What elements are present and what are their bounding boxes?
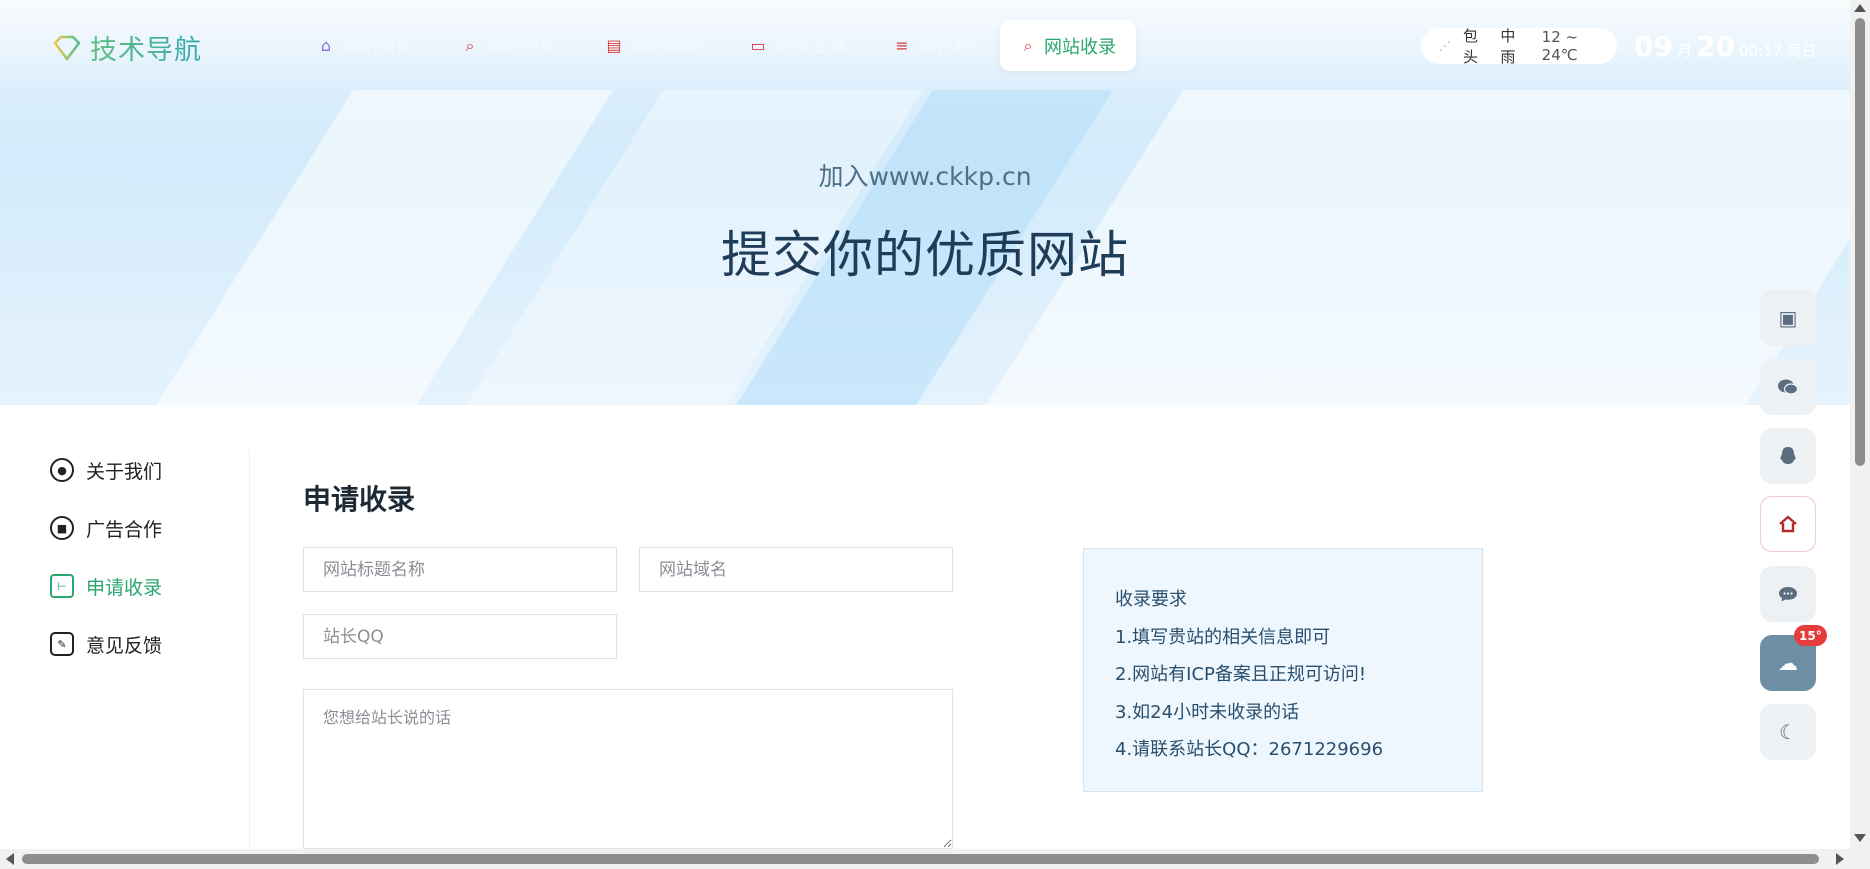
nav-label: 网站首页 [342,36,414,58]
sidebar-item-apply[interactable]: ⊢ 申请收录 [50,572,162,600]
date-day: 20 [1695,30,1735,63]
weather-widget[interactable]: ⋰ 包头 中雨 12 ~ 24℃ [1421,27,1617,66]
nav-label: 排行榜 [918,36,972,58]
main-nav: ⌂ 网站首页 ⌕ 最近更新 ▤ 导航网址 ▭ 站长工具 ≡ 排行榜 ⌕ 网站收录 [298,20,1136,71]
time-text: 00:17 [1738,42,1783,60]
date-time: 09 月 20 00:17 周日 [1634,30,1816,63]
home-icon [1779,515,1797,533]
chat-bubble-icon [1779,587,1797,602]
home-icon: ⌂ [320,36,332,55]
cloud-rain-icon: ☁ [1778,651,1798,675]
hero-title: 提交你的优质网站 [721,226,1129,284]
nav-label: 导航网址 [630,36,702,58]
scroll-left-arrow-icon[interactable] [6,853,14,865]
site-logo[interactable]: 技术导航 [52,28,202,67]
nav-item-ranking[interactable]: ≡ 排行榜 [874,20,992,71]
dark-mode-button[interactable]: ☾ [1760,704,1816,760]
scroll-down-arrow-icon[interactable] [1854,834,1866,842]
edit-icon: ✎ [50,632,74,656]
search-icon: ⌕ [465,35,475,55]
sidebar-item-label: 意见反馈 [86,634,163,657]
month-unit: 月 [1676,42,1692,60]
home-button[interactable] [1760,496,1816,552]
nav-item-tools[interactable]: ▭ 站长工具 [730,20,866,71]
requirement-item: 1.填写贵站的相关信息即可 [1115,626,1331,648]
weather-condition: 中雨 [1500,27,1516,66]
scrollbar-thumb[interactable] [1855,18,1865,466]
scrollbar-thumb[interactable] [22,854,1819,864]
sidebar-item-ads[interactable]: ■ 广告合作 [50,514,162,542]
sidebar-item-label: 申请收录 [86,576,163,599]
diamond-logo-icon [53,35,81,60]
wechat-button[interactable] [1760,359,1816,415]
nav-label: 站长工具 [774,36,846,58]
date-month: 09 [1634,30,1673,63]
sidebar-item-feedback[interactable]: ✎ 意见反馈 [50,630,162,658]
qq-penguin-icon [1780,447,1796,464]
requirement-item: 4.请联系站长QQ：2671229696 [1115,739,1384,760]
search-icon: ⌕ [1023,35,1033,55]
nav-item-submit[interactable]: ⌕ 网站收录 [1000,20,1136,71]
nav-item-home[interactable]: ⌂ 网站首页 [298,20,434,71]
requirements-box: 收录要求 1.填写贵站的相关信息即可 2.网站有ICP备案且正规可访问! 3.如… [1083,548,1483,792]
qrcode-button[interactable]: ▣ [1760,290,1816,346]
message-textarea[interactable] [303,689,953,849]
horizontal-scrollbar[interactable] [0,849,1850,869]
drop-icon: ● [50,458,74,482]
scroll-right-arrow-icon[interactable] [1836,853,1844,865]
requirements-title: 收录要求 [1115,589,1187,610]
requirement-item: 3.如24小时未收录的话 [1115,701,1300,723]
weather-temp-badge: 15° [1794,625,1827,646]
stop-icon: ■ [50,516,74,540]
site-name-input[interactable] [303,547,617,592]
scroll-up-arrow-icon[interactable] [1854,4,1866,12]
top-header: 技术导航 ⌂ 网站首页 ⌕ 最近更新 ▤ 导航网址 ▭ 站长工具 ≡ 排行榜 ⌕… [0,0,1850,92]
browser-icon: ▭ [750,36,766,55]
logo-text: 技术导航 [90,28,202,67]
requirement-item: 2.网站有ICP备案且正规可访问! [1115,664,1367,685]
comment-button[interactable] [1760,566,1816,622]
nav-item-recent[interactable]: ⌕ 最近更新 [442,20,578,71]
weather-temp: 12 ~ 24℃ [1541,28,1579,64]
vertical-scrollbar[interactable] [1850,0,1870,869]
nav-label: 最近更新 [486,36,558,58]
apply-icon: ⊢ [50,574,74,598]
site-domain-input[interactable] [639,547,953,592]
sidebar-item-label: 广告合作 [86,518,163,541]
form-title: 申请收录 [303,483,416,516]
moon-icon: ☾ [1779,720,1797,744]
rain-icon: ⋰ [1439,39,1451,53]
nav-label: 网站收录 [1044,36,1116,58]
wechat-icon [1778,379,1799,395]
qq-input[interactable] [303,614,617,659]
hero-subtitle: 加入www.ckkp.cn [818,162,1032,191]
weekday-text: 周日 [1786,42,1817,60]
nav-item-sites[interactable]: ▤ 导航网址 [586,20,722,71]
qq-button[interactable] [1760,428,1816,484]
qrcode-icon: ▣ [1778,306,1798,330]
side-menu: ● 关于我们 ■ 广告合作 ⊢ 申请收录 ✎ 意见反馈 [0,450,250,855]
document-icon: ▤ [606,36,622,55]
sidebar-item-about[interactable]: ● 关于我们 [50,456,162,484]
weather-city: 包头 [1463,27,1479,66]
list-icon: ≡ [895,36,909,55]
sidebar-item-label: 关于我们 [86,460,163,483]
